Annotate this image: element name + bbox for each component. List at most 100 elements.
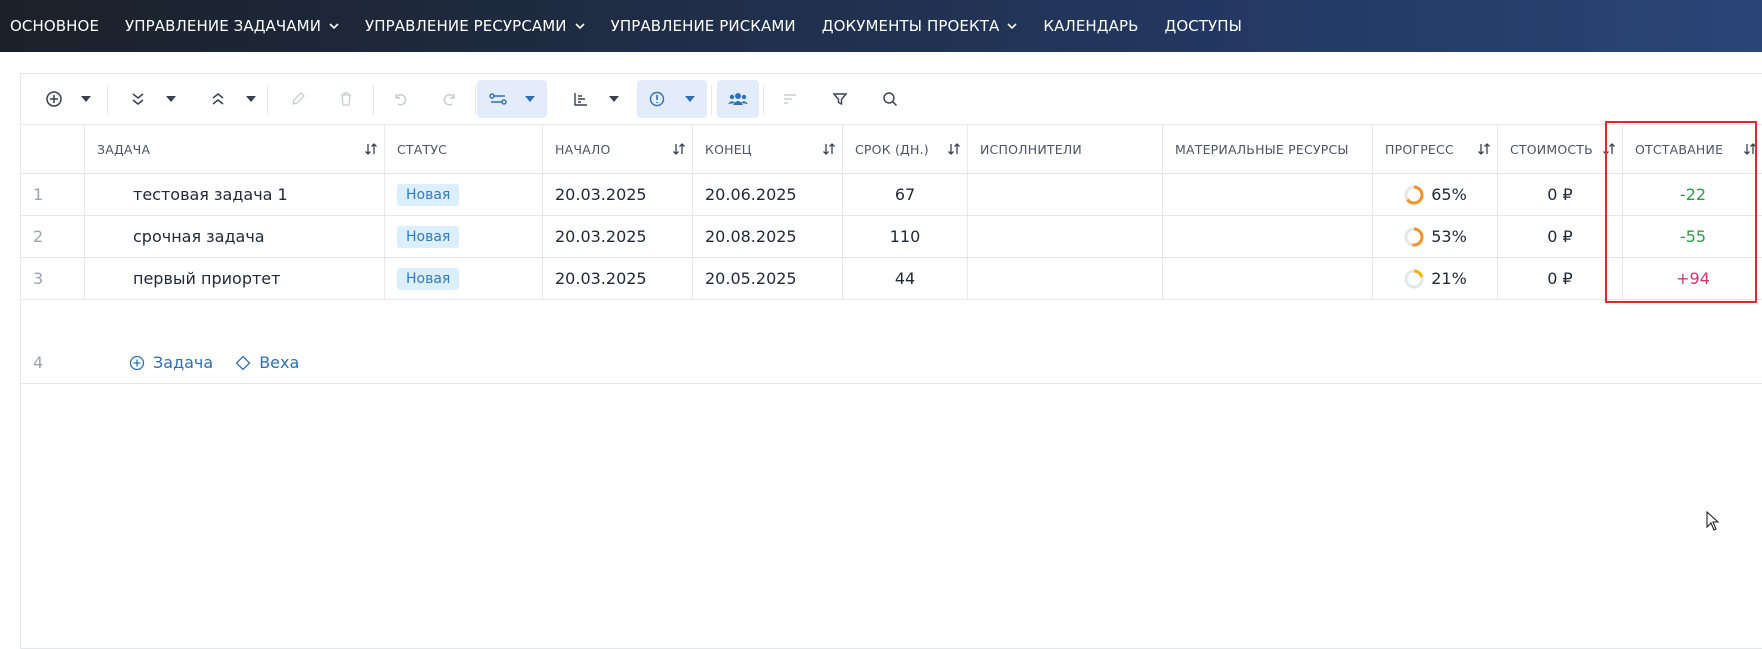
column-label: ИСПОЛНИТЕЛИ [980, 141, 1082, 157]
filter-icon [832, 93, 848, 106]
add-circle-icon [46, 91, 62, 107]
task-name-cell[interactable]: срочная задача [85, 216, 385, 257]
sort-arrows-icon[interactable] [822, 142, 836, 156]
chevron-down-icon [575, 23, 585, 30]
progress-cell[interactable]: 53% [1373, 216, 1498, 257]
column-label: СТОИМОСТЬ [1510, 141, 1593, 157]
collapse-all-button[interactable] [195, 80, 271, 118]
sort-button[interactable] [767, 80, 813, 118]
column-label: НАЧАЛО [555, 141, 611, 157]
progress-value: 21% [1431, 269, 1467, 288]
assignees-cell[interactable] [968, 174, 1163, 215]
duration-cell[interactable]: 44 [843, 258, 968, 299]
column-header-duration[interactable]: СРОК (ДН.) [843, 125, 968, 173]
nav-item-main[interactable]: ОСНОВНОЕ [10, 17, 99, 35]
duration-cell[interactable]: 67 [843, 174, 968, 215]
status-badge: Новая [397, 183, 460, 206]
column-header-cost[interactable]: СТОИМОСТЬ [1498, 125, 1623, 173]
sort-arrows-icon[interactable] [364, 142, 378, 156]
column-header-end[interactable]: КОНЕЦ [693, 125, 843, 173]
caret-down-icon [685, 96, 695, 102]
nav-label: ДОСТУПЫ [1164, 17, 1243, 35]
lag-cell[interactable]: -55 [1623, 216, 1762, 257]
top-navigation: ОСНОВНОЕ УПРАВЛЕНИЕ ЗАДАЧАМИ УПРАВЛЕНИЕ … [0, 0, 1762, 52]
duration-cell[interactable]: 110 [843, 216, 968, 257]
end-date-cell[interactable]: 20.06.2025 [693, 174, 843, 215]
dependencies-button[interactable] [477, 80, 547, 118]
expand-all-button[interactable] [115, 80, 191, 118]
delete-button[interactable] [323, 80, 369, 118]
sort-arrows-icon[interactable] [1477, 142, 1491, 156]
column-header-task[interactable]: ЗАДАЧА [85, 125, 385, 173]
team-icon [728, 93, 748, 105]
materials-cell[interactable] [1163, 174, 1373, 215]
column-header-status[interactable]: СТАТУС [385, 125, 543, 173]
materials-cell[interactable] [1163, 216, 1373, 257]
progress-cell[interactable]: 65% [1373, 174, 1498, 215]
status-cell[interactable]: Новая [385, 258, 543, 299]
column-header-materials[interactable]: МАТЕРИАЛЬНЫЕ РЕСУРСЫ [1163, 125, 1373, 173]
expand-all-icon [132, 93, 144, 105]
search-icon [883, 92, 898, 107]
add-button[interactable] [33, 80, 103, 118]
table-row[interactable]: 3 первый приортет Новая 20.03.2025 20.05.202… [21, 258, 1762, 300]
lag-cell[interactable]: +94 [1623, 258, 1762, 299]
chart-button[interactable] [561, 80, 631, 118]
cost-cell[interactable]: 0 ₽ [1498, 174, 1623, 215]
nav-item-task-management[interactable]: УПРАВЛЕНИЕ ЗАДАЧАМИ [125, 17, 339, 35]
column-label: МАТЕРИАЛЬНЫЕ РЕСУРСЫ [1175, 141, 1349, 157]
caret-down-icon [246, 96, 256, 102]
end-date-cell[interactable]: 20.05.2025 [693, 258, 843, 299]
column-header-start[interactable]: НАЧАЛО [543, 125, 693, 173]
assignees-cell[interactable] [968, 258, 1163, 299]
status-cell[interactable]: Новая [385, 216, 543, 257]
end-date-cell[interactable]: 20.08.2025 [693, 216, 843, 257]
caret-down-icon [166, 96, 176, 102]
redo-button[interactable] [427, 80, 473, 118]
add-task-link[interactable]: Задача [129, 353, 213, 372]
collapse-all-icon [212, 93, 224, 105]
toolbar-divider [763, 85, 764, 115]
progress-cell[interactable]: 21% [1373, 258, 1498, 299]
nav-label: КАЛЕНДАРЬ [1043, 17, 1139, 35]
undo-button[interactable] [377, 80, 423, 118]
sort-arrows-icon[interactable] [1602, 142, 1616, 156]
start-date-cell[interactable]: 20.03.2025 [543, 258, 693, 299]
info-button[interactable] [637, 80, 707, 118]
status-cell[interactable]: Новая [385, 174, 543, 215]
nav-item-project-documents[interactable]: ДОКУМЕНТЫ ПРОЕКТА [822, 17, 1018, 35]
sort-arrows-icon[interactable] [947, 142, 961, 156]
edit-button[interactable] [275, 80, 321, 118]
table-row[interactable]: 1 тестовая задача 1 Новая 20.03.2025 20.06.2… [21, 174, 1762, 216]
assignees-cell[interactable] [968, 216, 1163, 257]
search-button[interactable] [867, 80, 913, 118]
start-date-cell[interactable]: 20.03.2025 [543, 174, 693, 215]
add-milestone-link[interactable]: Веха [235, 353, 299, 372]
progress-ring-icon [1404, 227, 1424, 246]
table-header: ЗАДАЧА СТАТУС НАЧАЛО КОНЕЦ СРОК (ДН.) ИС… [21, 124, 1762, 174]
cost-cell[interactable]: 0 ₽ [1498, 216, 1623, 257]
progress-ring-icon [1404, 185, 1424, 204]
column-label: ПРОГРЕСС [1385, 141, 1454, 157]
sort-arrows-icon[interactable] [672, 142, 686, 156]
toolbar-divider [107, 85, 108, 115]
materials-cell[interactable] [1163, 258, 1373, 299]
nav-item-access[interactable]: ДОСТУПЫ [1165, 17, 1243, 35]
team-button[interactable] [717, 80, 759, 118]
chart-icon [574, 93, 587, 106]
column-header-progress[interactable]: ПРОГРЕСС [1373, 125, 1498, 173]
start-date-cell[interactable]: 20.03.2025 [543, 216, 693, 257]
table-row[interactable]: 2 срочная задача Новая 20.03.2025 20.08.2025… [21, 216, 1762, 258]
cost-cell[interactable]: 0 ₽ [1498, 258, 1623, 299]
filter-button[interactable] [817, 80, 863, 118]
nav-item-resource-management[interactable]: УПРАВЛЕНИЕ РЕСУРСАМИ [365, 17, 585, 35]
nav-item-risk-management[interactable]: УПРАВЛЕНИЕ РИСКАМИ [611, 17, 796, 35]
sort-arrows-icon[interactable] [1743, 142, 1757, 156]
column-label: СРОК (ДН.) [855, 141, 929, 157]
column-header-assignees[interactable]: ИСПОЛНИТЕЛИ [968, 125, 1163, 173]
nav-item-calendar[interactable]: КАЛЕНДАРЬ [1043, 17, 1138, 35]
lag-cell[interactable]: -22 [1623, 174, 1762, 215]
task-name-cell[interactable]: тестовая задача 1 [85, 174, 385, 215]
column-header-lag[interactable]: ОТСТАВАНИЕ [1623, 125, 1762, 173]
task-name-cell[interactable]: первый приортет [85, 258, 385, 299]
